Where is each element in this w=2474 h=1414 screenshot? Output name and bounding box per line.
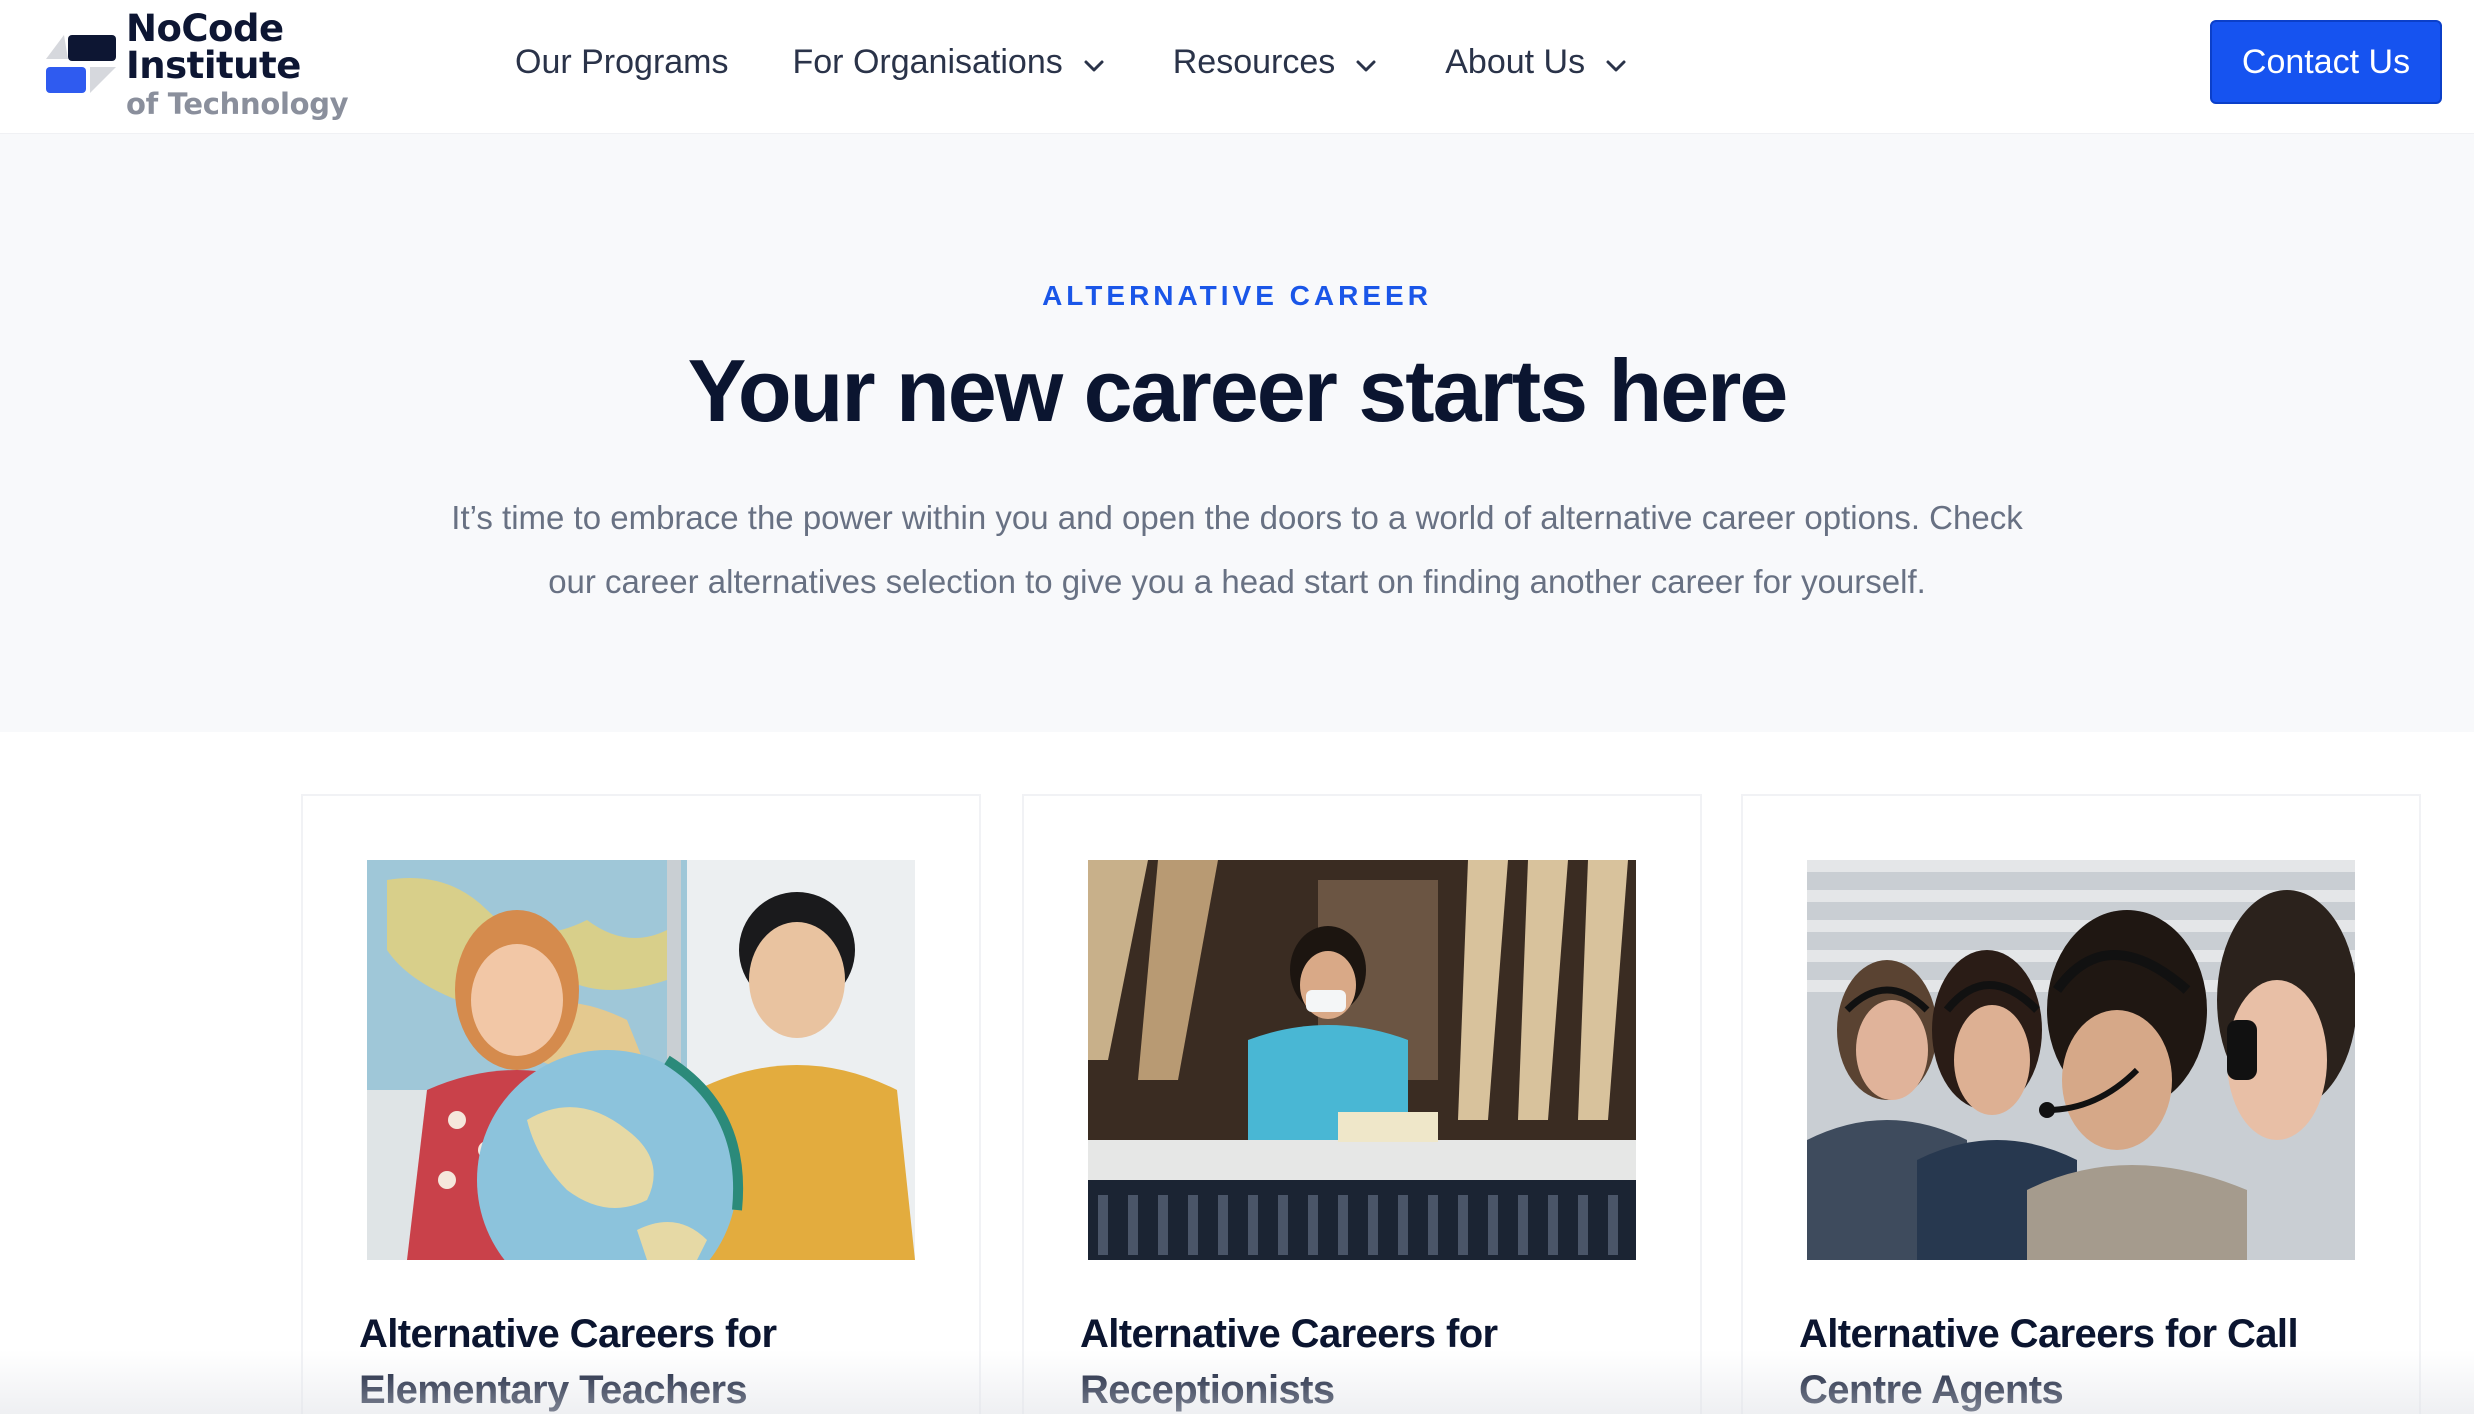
career-cards-section: Alternative Careers for Elementary Teach…	[0, 732, 2474, 1414]
card-title: Alternative Careers for Receptionists	[1080, 1306, 1680, 1414]
nav-item-for-organisations[interactable]: For Organisations	[793, 43, 1107, 82]
main-nav: Our Programs For Organisations Resources…	[515, 0, 1629, 124]
contact-us-button[interactable]: Contact Us	[2210, 20, 2442, 104]
nav-item-about-us[interactable]: About Us	[1445, 43, 1629, 82]
hero-description-line-1: It’s time to embrace the power within yo…	[451, 499, 2023, 536]
logo-mark-icon	[44, 31, 118, 97]
career-card-call-centre-agents[interactable]: Alternative Careers for Call Centre Agen…	[1741, 794, 2421, 1414]
nav-item-label: About Us	[1445, 42, 1586, 81]
logo-title: NoCode Institute	[126, 6, 301, 87]
hero-title: Your new career starts here	[687, 341, 1789, 440]
chevron-down-icon	[1081, 49, 1107, 75]
card-title-line-2: Centre Agents	[1799, 1368, 2064, 1412]
site-logo[interactable]: NoCode Institute of Technology	[44, 10, 444, 118]
card-title-line-1: Alternative Careers for Call	[1799, 1312, 2299, 1356]
nav-item-label: For Organisations	[792, 42, 1063, 81]
card-title-line-1: Alternative Careers for	[359, 1312, 777, 1356]
receptionist-at-desk-photo	[1088, 860, 1636, 1260]
card-title-line-2: Elementary Teachers	[359, 1368, 748, 1412]
logo-subtitle: of Technology	[126, 86, 349, 121]
classroom-children-globe-photo	[367, 860, 915, 1260]
hero-description-line-2: our career alternatives selection to giv…	[548, 563, 1926, 600]
nav-item-resources[interactable]: Resources	[1173, 43, 1380, 82]
card-title-line-2: Receptionists	[1080, 1368, 1335, 1412]
chevron-down-icon	[1353, 49, 1379, 75]
hero-description: It’s time to embrace the power within yo…	[400, 486, 2074, 614]
call-centre-agents-headsets-photo	[1807, 860, 2355, 1260]
nav-item-label: Resources	[1172, 42, 1336, 81]
nav-item-our-programs[interactable]: Our Programs	[515, 43, 729, 82]
chevron-down-icon	[1603, 49, 1629, 75]
card-title-line-1: Alternative Careers for	[1080, 1312, 1498, 1356]
career-card-elementary-teachers[interactable]: Alternative Careers for Elementary Teach…	[301, 794, 981, 1414]
site-header: NoCode Institute of Technology Our Progr…	[0, 0, 2474, 134]
nav-item-label: Our Programs	[515, 42, 729, 81]
card-title: Alternative Careers for Call Centre Agen…	[1799, 1306, 2399, 1414]
hero-eyebrow: ALTERNATIVE CAREER	[1042, 280, 1432, 311]
card-title: Alternative Careers for Elementary Teach…	[359, 1306, 959, 1414]
hero-section: ALTERNATIVE CAREER Your new career start…	[0, 134, 2474, 732]
career-card-receptionists[interactable]: Alternative Careers for Receptionists	[1022, 794, 1702, 1414]
